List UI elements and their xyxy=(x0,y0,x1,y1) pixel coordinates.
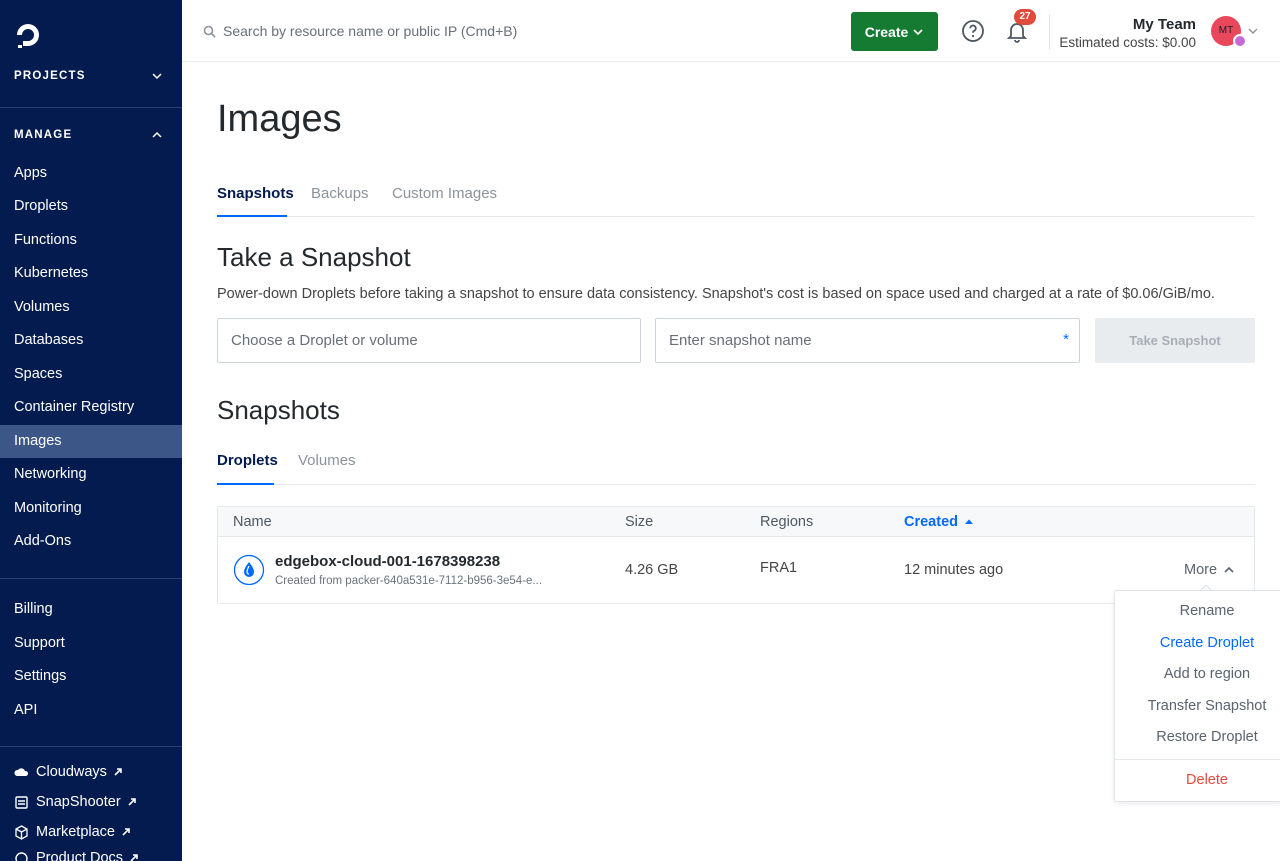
create-button-label: Create xyxy=(864,23,909,40)
sidebar: PROJECTS MANAGE Apps Droplets Functions … xyxy=(0,0,182,861)
menu-item-add-to-region[interactable]: Add to region xyxy=(1115,666,1280,682)
take-snapshot-help: Power-down Droplets before taking a snap… xyxy=(217,286,1215,302)
sidebar-link-snapshooter[interactable]: SnapShooter xyxy=(14,794,137,810)
external-link-icon xyxy=(128,798,136,806)
column-header-name[interactable]: Name xyxy=(233,514,272,530)
sidebar-link-cloudways[interactable]: Cloudways xyxy=(14,764,123,780)
required-marker: * xyxy=(1063,331,1069,348)
menu-item-restore-droplet[interactable]: Restore Droplet xyxy=(1115,729,1280,745)
manage-header[interactable]: MANAGE xyxy=(14,129,72,141)
team-avatar-badge xyxy=(1233,34,1247,48)
take-snapshot-button[interactable]: Take Snapshot xyxy=(1095,318,1255,363)
snapshot-created: 12 minutes ago xyxy=(904,562,1004,578)
digitalocean-logo-icon[interactable] xyxy=(14,21,42,49)
sidebar-item-spaces[interactable]: Spaces xyxy=(0,358,182,391)
box-icon xyxy=(15,824,28,840)
chevron-up-icon xyxy=(1224,566,1234,573)
menu-item-rename[interactable]: Rename xyxy=(1115,603,1280,619)
snapshot-name-field[interactable]: * xyxy=(655,318,1080,363)
notification-badge: 27 xyxy=(1014,9,1036,25)
sidebar-link-marketplace[interactable]: Marketplace xyxy=(14,824,131,840)
sidebar-divider xyxy=(0,107,182,108)
sort-ascending-icon xyxy=(965,519,973,524)
snapshot-tabs-border xyxy=(217,484,1255,485)
snapshots-title: Snapshots xyxy=(217,395,340,425)
sidebar-item-volumes[interactable]: Volumes xyxy=(0,291,182,324)
tab-custom-images[interactable]: Custom Images xyxy=(392,185,497,202)
sidebar-link-label: Product Docs xyxy=(36,850,124,861)
top-bar-divider xyxy=(1049,14,1050,50)
sidebar-link-label: Marketplace xyxy=(36,824,115,840)
sidebar-item-monitoring[interactable]: Monitoring xyxy=(0,492,182,525)
sidebar-divider xyxy=(0,746,182,747)
sidebar-item-droplets[interactable]: Droplets xyxy=(0,190,182,223)
search-input[interactable] xyxy=(223,18,623,44)
tab-backups[interactable]: Backups xyxy=(311,185,369,202)
take-snapshot-title: Take a Snapshot xyxy=(217,242,411,272)
chevron-up-icon[interactable] xyxy=(150,128,164,142)
droplet-icon xyxy=(233,554,265,586)
snapshot-name-input[interactable] xyxy=(656,319,1079,362)
more-actions-menu: Rename Create Droplet Add to region Tran… xyxy=(1114,590,1280,802)
menu-item-create-droplet[interactable]: Create Droplet xyxy=(1115,635,1280,651)
sidebar-item-databases[interactable]: Databases xyxy=(0,324,182,357)
sidebar-item-functions[interactable]: Functions xyxy=(0,224,182,257)
tab-droplets[interactable]: Droplets xyxy=(217,452,278,469)
external-link-icon xyxy=(130,854,138,861)
more-button-label: More xyxy=(1184,562,1218,578)
page-title: Images xyxy=(217,98,342,140)
sidebar-item-api[interactable]: API xyxy=(0,694,182,727)
snapshot-name: edgebox-cloud-001-1678398238 xyxy=(275,553,501,570)
sidebar-item-support[interactable]: Support xyxy=(0,627,182,660)
external-link-icon xyxy=(122,828,130,836)
cloud-icon xyxy=(14,767,29,776)
column-header-created-label: Created xyxy=(904,514,958,530)
snapshot-region: FRA1 xyxy=(760,560,798,576)
droplet-select-input[interactable] xyxy=(218,319,640,362)
sidebar-item-billing[interactable]: Billing xyxy=(0,593,182,626)
tab-volumes[interactable]: Volumes xyxy=(298,452,356,469)
snapshots-table: Name Size Regions Created edgebox-cloud-… xyxy=(217,506,1255,604)
column-header-created[interactable]: Created xyxy=(904,514,974,530)
create-button[interactable]: Create xyxy=(851,12,938,51)
chevron-down-icon[interactable] xyxy=(150,69,164,83)
menu-divider xyxy=(1115,759,1280,760)
more-button[interactable]: More xyxy=(1184,562,1235,578)
image-tabs-border xyxy=(217,216,1255,217)
column-header-size[interactable]: Size xyxy=(625,514,653,530)
sidebar-item-apps[interactable]: Apps xyxy=(0,157,182,190)
sidebar-item-settings[interactable]: Settings xyxy=(0,660,182,693)
sidebar-link-product-docs[interactable]: Product Docs xyxy=(14,850,139,861)
search-icon xyxy=(203,25,216,38)
tab-snapshots[interactable]: Snapshots xyxy=(217,185,294,202)
snapshot-size: 4.26 GB xyxy=(625,562,679,578)
external-link-icon xyxy=(114,768,122,776)
sidebar-item-images[interactable]: Images xyxy=(0,425,182,458)
column-header-regions[interactable]: Regions xyxy=(760,514,813,530)
sidebar-item-networking[interactable]: Networking xyxy=(0,458,182,491)
chevron-down-icon[interactable] xyxy=(1247,25,1259,37)
top-bar: Create 27 My Team Estimated costs: $0.00… xyxy=(182,0,1280,62)
snapshooter-icon xyxy=(15,795,28,809)
sidebar-link-label: SnapShooter xyxy=(36,794,121,810)
sidebar-item-container-registry[interactable]: Container Registry xyxy=(0,391,182,424)
chevron-down-icon xyxy=(913,28,923,35)
sidebar-item-kubernetes[interactable]: Kubernetes xyxy=(0,257,182,290)
estimated-costs: Estimated costs: $0.00 xyxy=(1059,35,1196,50)
docs-icon xyxy=(15,851,28,861)
table-header: Name Size Regions Created xyxy=(218,507,1254,537)
team-name[interactable]: My Team xyxy=(1133,16,1196,33)
menu-item-delete[interactable]: Delete xyxy=(1115,772,1280,788)
menu-item-transfer-snapshot[interactable]: Transfer Snapshot xyxy=(1115,698,1280,714)
sidebar-item-add-ons[interactable]: Add-Ons xyxy=(0,525,182,558)
snapshot-source: Created from packer-640a531e-7112-b956-3… xyxy=(275,575,543,587)
sidebar-divider xyxy=(0,578,182,579)
droplet-select-field[interactable] xyxy=(217,318,641,363)
projects-header[interactable]: PROJECTS xyxy=(14,70,86,82)
help-icon[interactable] xyxy=(961,19,985,43)
tab-active-indicator xyxy=(217,483,274,485)
tab-active-indicator xyxy=(217,215,287,217)
sidebar-link-label: Cloudways xyxy=(36,764,107,780)
